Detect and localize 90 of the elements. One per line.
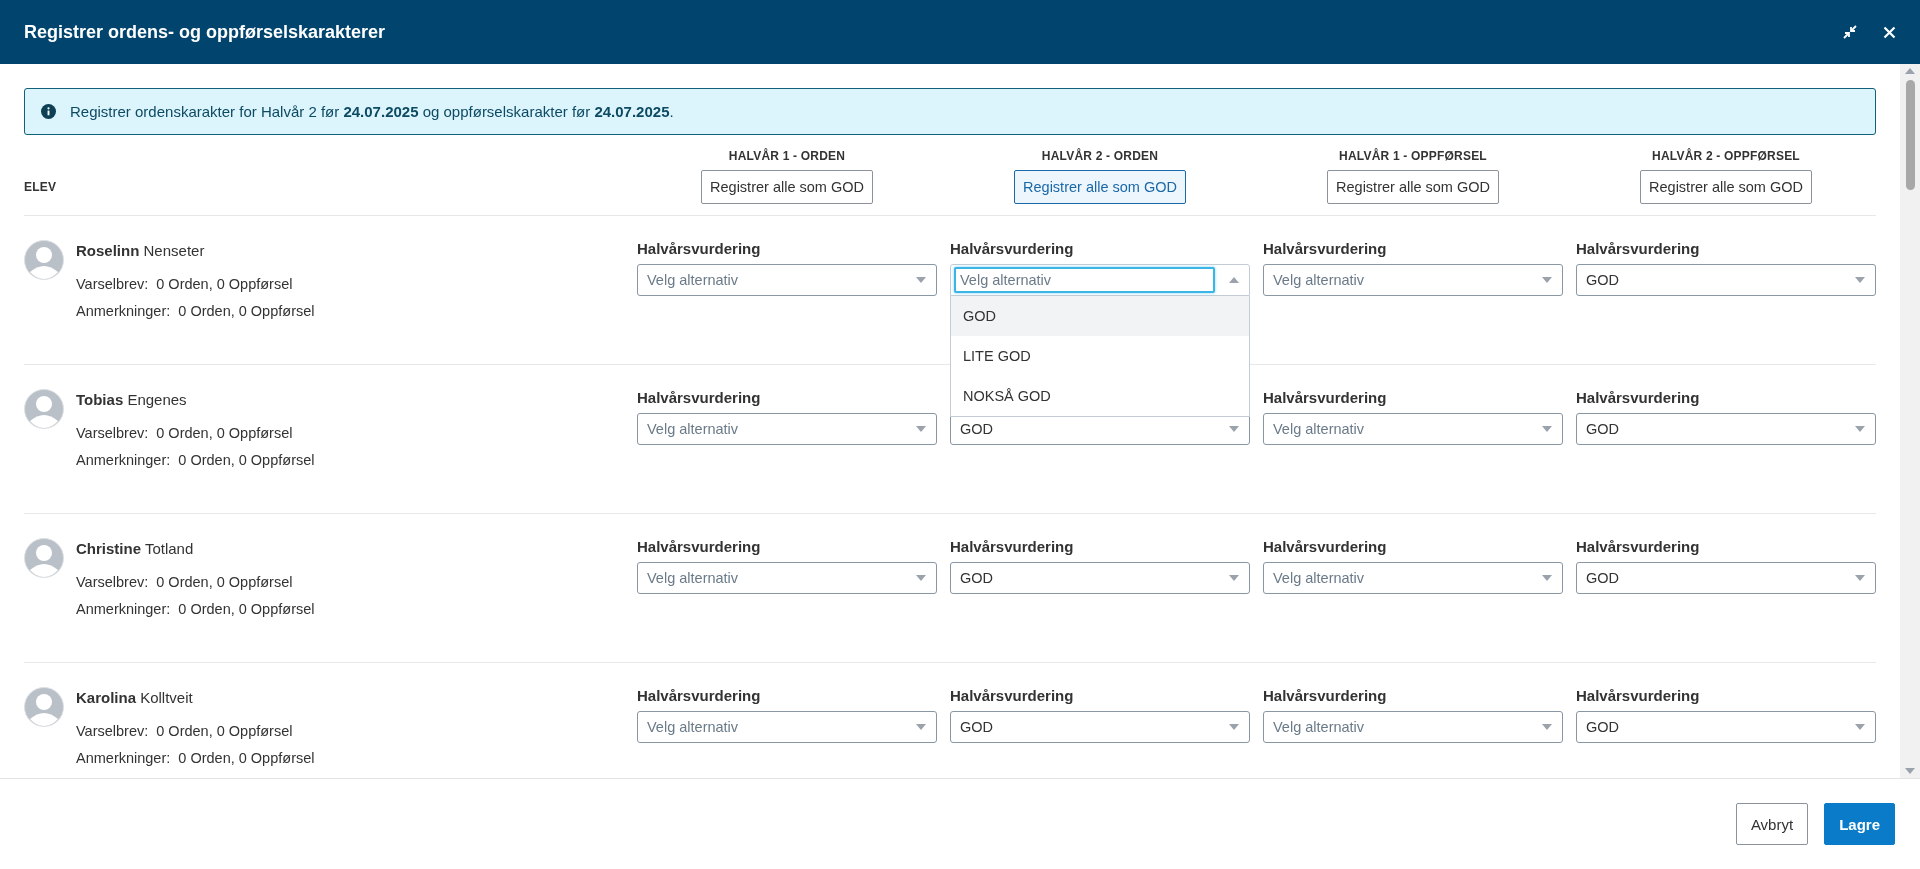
caret-icon (1855, 575, 1865, 581)
avatar-icon (24, 538, 64, 578)
caret-icon (1542, 724, 1552, 730)
select-field[interactable]: GOD (1576, 562, 1876, 594)
select-field[interactable]: Velg alternativ (637, 562, 937, 594)
field-label: Varselbrev: (76, 723, 149, 739)
column-heading: ELEV (24, 178, 58, 194)
column-heading: HALVÅR 2 - ORDEN (1041, 149, 1159, 163)
caret-icon (1229, 724, 1239, 730)
caret-icon (1905, 68, 1915, 74)
field-label: Varselbrev: (76, 276, 149, 292)
select-field[interactable]: GOD (1576, 711, 1876, 743)
caret-icon (916, 724, 926, 730)
field-label: Halvårsvurdering (1263, 389, 1388, 407)
field-label: Halvårsvurdering (1263, 240, 1388, 258)
avatar-icon (24, 389, 64, 429)
select-field[interactable]: Velg alternativ (1263, 711, 1563, 743)
field-label: Halvårsvurdering (1576, 687, 1701, 705)
register-all-button[interactable]: Registrer alle som GOD (1014, 170, 1186, 204)
select-field[interactable]: Velg alternativ (1263, 264, 1563, 296)
info-text: Registrer ordenskarakter for Halvår 2 før 24.07.2025 og oppførselskarakter før 24.07.2025. (70, 103, 674, 120)
select-field[interactable]: GOD (950, 562, 1250, 594)
field-label: Halvårsvurdering (1576, 240, 1701, 258)
caret-icon (1542, 277, 1552, 283)
field-label: Anmerkninger: (76, 303, 171, 319)
field-label: Halvårsvurdering (637, 538, 762, 556)
select-field[interactable]: Velg alternativ (637, 264, 937, 296)
field-value: 0 Orden, 0 Oppførsel (178, 452, 315, 468)
student-name: Roselinn Nenseter (76, 242, 206, 259)
field-label: Halvårsvurdering (950, 538, 1075, 556)
caret-icon (1905, 768, 1915, 774)
field-label: Varselbrev: (76, 574, 149, 590)
avatar-icon (24, 240, 64, 280)
caret-icon (1229, 575, 1239, 581)
field-value: 0 Orden, 0 Oppførsel (156, 425, 293, 441)
field-label: Varselbrev: (76, 425, 149, 441)
field-label: Anmerkninger: (76, 452, 171, 468)
field-label: Halvårsvurdering (637, 687, 762, 705)
info-icon (41, 104, 56, 119)
field-label: Halvårsvurdering (950, 240, 1075, 258)
select-field[interactable]: Velg alternativ (1263, 413, 1563, 445)
dropdown-option[interactable]: GOD (951, 296, 1249, 336)
student-name: Tobias Engenes (76, 391, 188, 408)
caret-icon (1229, 277, 1239, 283)
select-field[interactable]: GOD (1576, 413, 1876, 445)
field-label: Halvårsvurdering (950, 687, 1075, 705)
column-heading: HALVÅR 2 - OPPFØRSEL (1652, 149, 1800, 163)
avatar-icon (24, 687, 64, 727)
cancel-button[interactable]: Avbryt (1735, 803, 1809, 845)
caret-icon (1855, 277, 1865, 283)
dialog-title: Registrer ordens- og oppførselskarakterer (24, 21, 387, 43)
column-heading: HALVÅR 1 - ORDEN (728, 149, 846, 163)
field-label: Anmerkninger: (76, 601, 171, 617)
field-label: Halvårsvurdering (1263, 538, 1388, 556)
field-value: 0 Orden, 0 Oppførsel (178, 601, 315, 617)
field-value: 0 Orden, 0 Oppførsel (178, 750, 315, 766)
select-field[interactable]: Velg alternativ (1263, 562, 1563, 594)
caret-icon (1229, 426, 1239, 432)
caret-icon (1542, 575, 1552, 581)
caret-icon (1542, 426, 1552, 432)
field-value: 0 Orden, 0 Oppførsel (156, 574, 293, 590)
caret-icon (1855, 724, 1865, 730)
select-field[interactable]: Velg alternativ (637, 711, 937, 743)
save-button[interactable]: Lagre (1824, 803, 1895, 845)
student-name: Christine Totland (76, 540, 195, 557)
select-field[interactable]: Velg alternativ (950, 264, 1250, 296)
caret-icon (916, 277, 926, 283)
register-all-button[interactable]: Registrer alle som GOD (1640, 170, 1812, 204)
caret-icon (1855, 426, 1865, 432)
select-field[interactable]: GOD (950, 711, 1250, 743)
field-label: Anmerkninger: (76, 750, 171, 766)
field-label: Halvårsvurdering (637, 240, 762, 258)
caret-icon (916, 426, 926, 432)
scrollbar-thumb[interactable] (1905, 80, 1915, 190)
field-label: Halvårsvurdering (1263, 687, 1388, 705)
field-value: 0 Orden, 0 Oppførsel (156, 276, 293, 292)
field-value: 0 Orden, 0 Oppførsel (178, 303, 315, 319)
field-label: Halvårsvurdering (637, 389, 762, 407)
student-name: Karolina Kolltveit (76, 689, 194, 706)
field-label: Halvårsvurdering (1576, 389, 1701, 407)
register-all-button[interactable]: Registrer alle som GOD (1327, 170, 1499, 204)
scrollbar[interactable] (1900, 64, 1920, 778)
column-heading: HALVÅR 1 - OPPFØRSEL (1339, 149, 1487, 163)
select-field[interactable]: GOD (1576, 264, 1876, 296)
caret-icon (916, 575, 926, 581)
select-field[interactable]: Velg alternativ (637, 413, 937, 445)
search-input[interactable]: Velg alternativ (954, 267, 1215, 293)
register-all-button[interactable]: Registrer alle som GOD (701, 170, 873, 204)
field-value: 0 Orden, 0 Oppførsel (156, 723, 293, 739)
field-label: Halvårsvurdering (1576, 538, 1701, 556)
